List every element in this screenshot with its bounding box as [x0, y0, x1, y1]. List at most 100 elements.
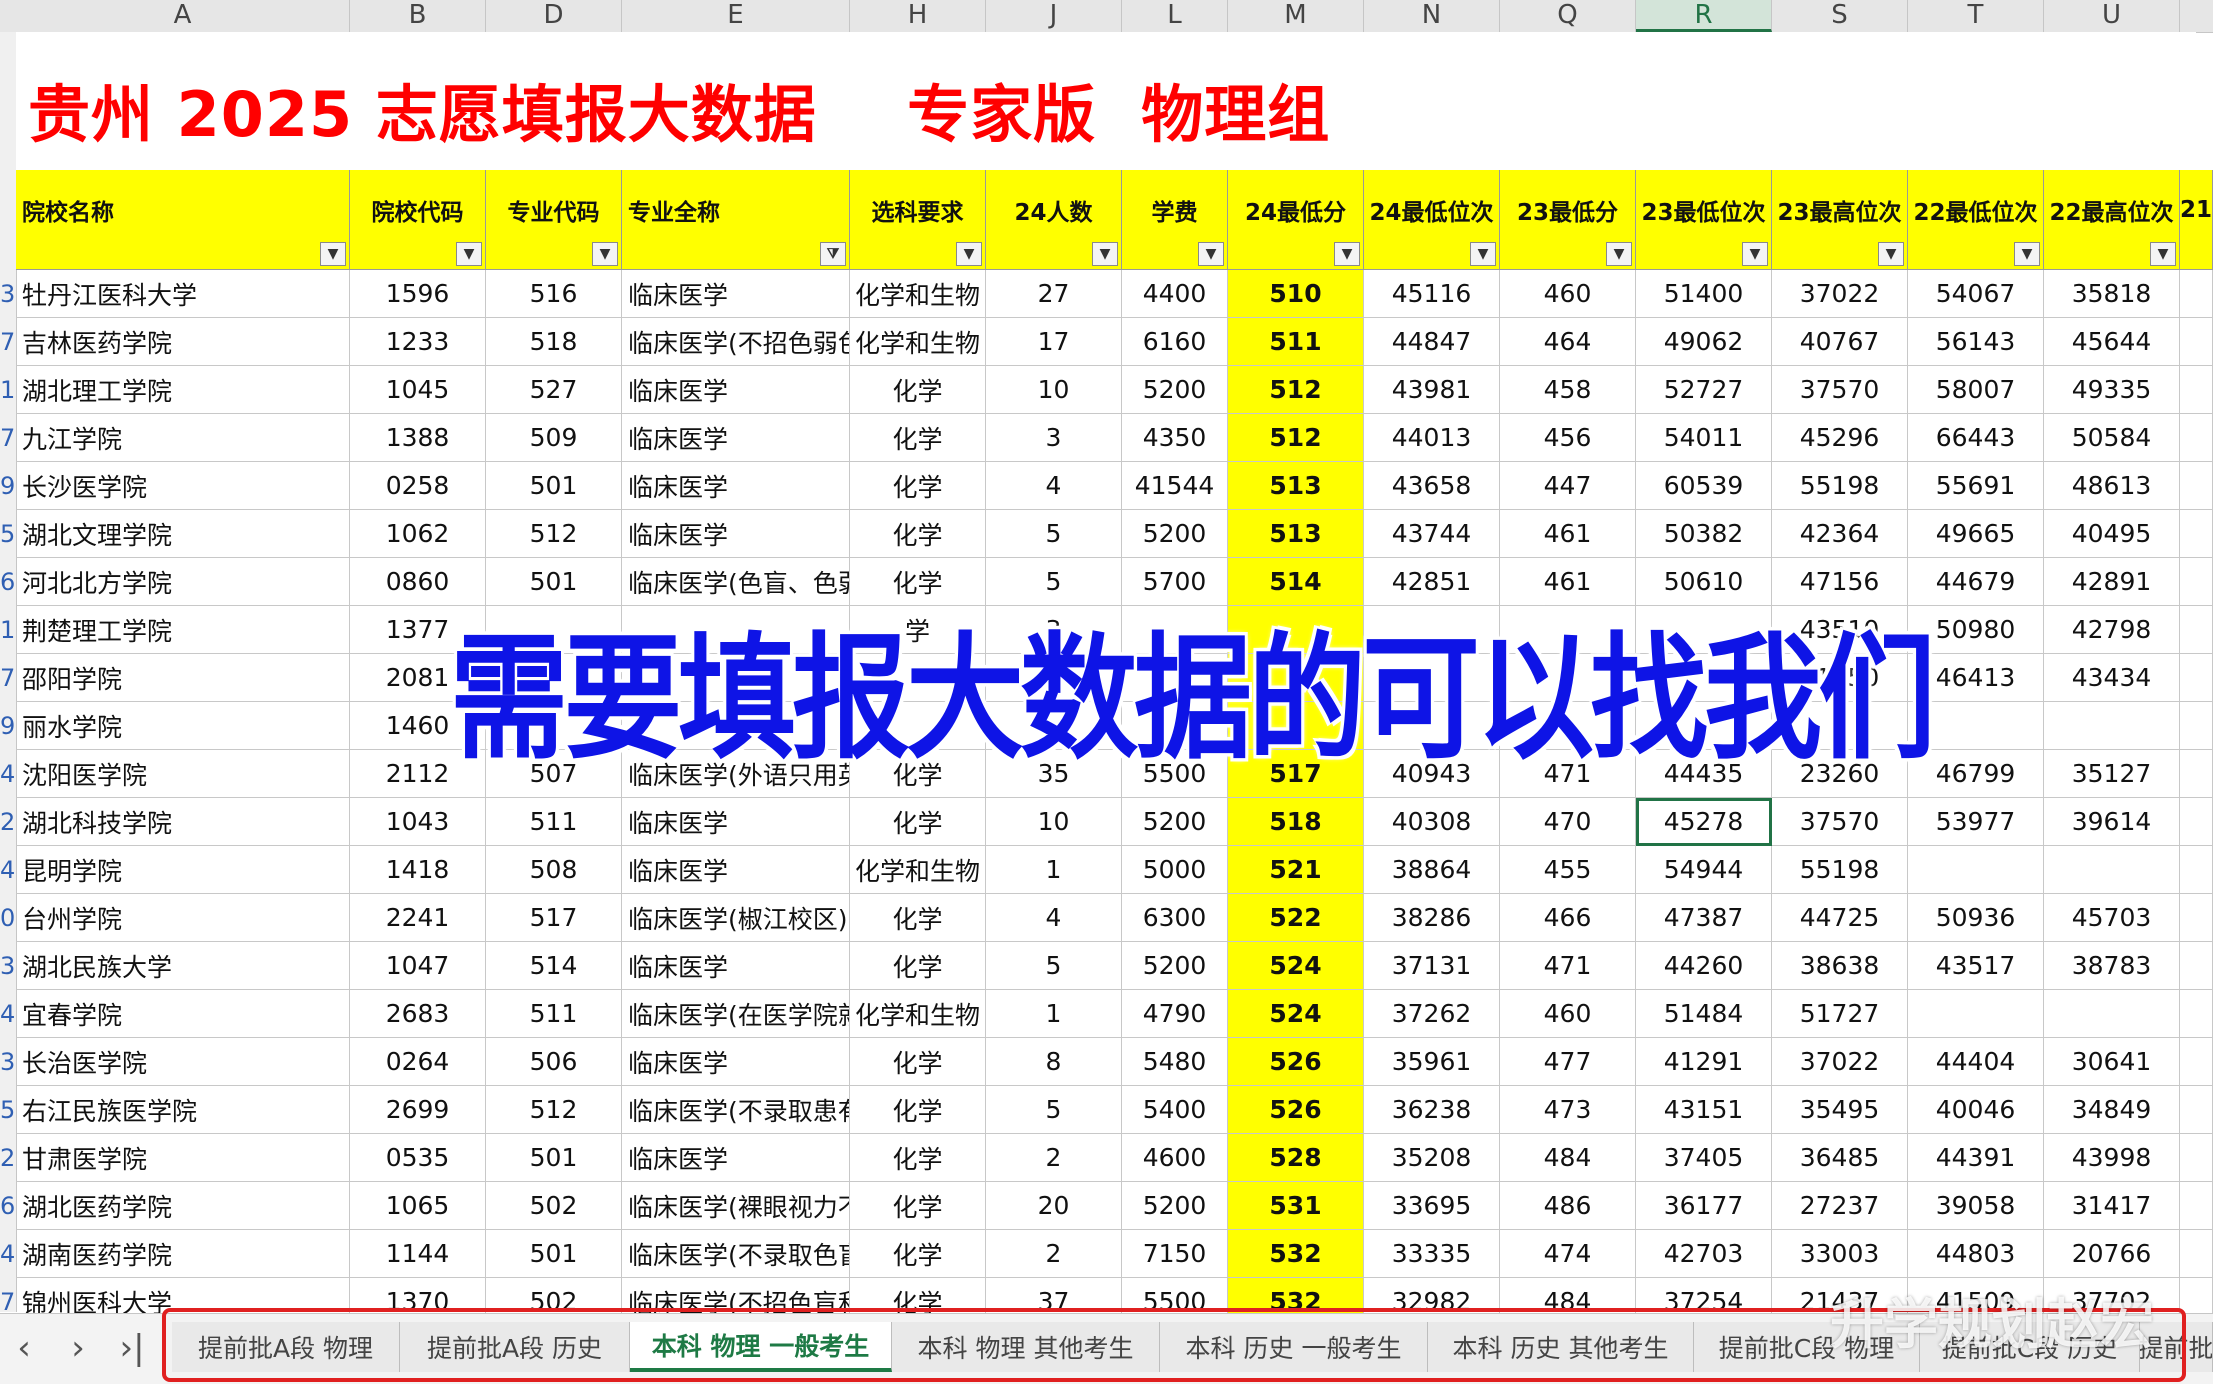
table-cell[interactable]: 丽水学院: [16, 702, 350, 750]
table-cell[interactable]: 4: [986, 894, 1122, 942]
table-cell[interactable]: 43744: [1364, 510, 1500, 558]
table-cell[interactable]: 511: [1228, 318, 1364, 366]
table-cell[interactable]: 43434: [2044, 654, 2180, 702]
filter-dropdown-icon[interactable]: ⧩: [820, 242, 846, 266]
table-cell[interactable]: 501: [486, 462, 622, 510]
table-cell[interactable]: 4400: [1122, 270, 1228, 318]
table-cell[interactable]: 44725: [1772, 894, 1908, 942]
table-cell[interactable]: 54067: [1908, 270, 2044, 318]
table-cell[interactable]: 1596: [350, 270, 486, 318]
table-cell[interactable]: 43998: [2044, 1134, 2180, 1182]
column-letter-e[interactable]: E: [622, 0, 850, 32]
table-cell[interactable]: [2180, 462, 2213, 510]
filter-dropdown-icon[interactable]: ▼: [956, 242, 982, 266]
table-cell[interactable]: 0258: [350, 462, 486, 510]
table-cell[interactable]: 39614: [2044, 798, 2180, 846]
table-cell[interactable]: 502: [486, 1182, 622, 1230]
table-cell[interactable]: 513: [1228, 462, 1364, 510]
table-cell[interactable]: 456: [1500, 414, 1636, 462]
table-cell[interactable]: [2180, 366, 2213, 414]
table-cell[interactable]: 化学: [850, 1182, 986, 1230]
column-letter-l[interactable]: L: [1122, 0, 1228, 32]
table-cell[interactable]: 43981: [1364, 366, 1500, 414]
table-cell[interactable]: 临床医学(不录取色盲: [622, 1230, 850, 1278]
table-cell[interactable]: 516: [486, 270, 622, 318]
table-cell[interactable]: 湖北文理学院: [16, 510, 350, 558]
table-cell[interactable]: 10: [986, 798, 1122, 846]
table-cell[interactable]: 510: [1228, 270, 1364, 318]
filter-dropdown-icon[interactable]: ▼: [1092, 242, 1118, 266]
column-letter-m[interactable]: M: [1228, 0, 1364, 32]
table-cell[interactable]: 56143: [1908, 318, 2044, 366]
table-cell[interactable]: 37131: [1364, 942, 1500, 990]
column-letter-r[interactable]: R: [1636, 0, 1772, 32]
row-number[interactable]: 7: [0, 424, 14, 452]
table-cell[interactable]: 501: [486, 1230, 622, 1278]
row-number[interactable]: 7: [0, 664, 14, 692]
table-cell[interactable]: 460: [1500, 990, 1636, 1038]
table-cell[interactable]: 昆明学院: [16, 846, 350, 894]
table-cell[interactable]: [2180, 558, 2213, 606]
row-number[interactable]: 9: [0, 472, 14, 500]
table-cell[interactable]: 527: [486, 366, 622, 414]
table-cell[interactable]: 526: [1228, 1038, 1364, 1086]
row-number[interactable]: 6: [0, 1192, 14, 1220]
table-cell[interactable]: 470: [1500, 798, 1636, 846]
column-letter-s[interactable]: S: [1772, 0, 1908, 32]
chevron-left-icon[interactable]: ‹: [4, 1326, 44, 1370]
table-cell[interactable]: 化学: [850, 366, 986, 414]
table-cell[interactable]: 512: [1228, 414, 1364, 462]
table-cell[interactable]: 514: [486, 942, 622, 990]
table-cell[interactable]: 1418: [350, 846, 486, 894]
table-cell[interactable]: 6300: [1122, 894, 1228, 942]
table-cell[interactable]: 44260: [1636, 942, 1772, 990]
row-number[interactable]: 6: [0, 568, 14, 596]
column-letter-q[interactable]: Q: [1500, 0, 1636, 32]
table-cell[interactable]: 471: [1500, 942, 1636, 990]
table-cell[interactable]: 42703: [1636, 1230, 1772, 1278]
table-cell[interactable]: 5: [986, 942, 1122, 990]
table-cell[interactable]: 42364: [1772, 510, 1908, 558]
table-cell[interactable]: 49335: [2044, 366, 2180, 414]
table-cell[interactable]: 37570: [1772, 798, 1908, 846]
filter-dropdown-icon[interactable]: ▼: [2150, 242, 2176, 266]
row-number[interactable]: 1: [0, 616, 14, 644]
table-cell[interactable]: 506: [486, 1038, 622, 1086]
row-number[interactable]: 3: [0, 280, 14, 308]
table-cell[interactable]: 524: [1228, 990, 1364, 1038]
table-cell[interactable]: 40308: [1364, 798, 1500, 846]
table-cell[interactable]: 55198: [1772, 846, 1908, 894]
table-cell[interactable]: 10: [986, 366, 1122, 414]
table-cell[interactable]: 5480: [1122, 1038, 1228, 1086]
table-cell[interactable]: 临床医学(裸眼视力不: [622, 1182, 850, 1230]
table-cell[interactable]: 44404: [1908, 1038, 2044, 1086]
table-cell[interactable]: 35208: [1364, 1134, 1500, 1182]
filter-dropdown-icon[interactable]: ▼: [1470, 242, 1496, 266]
table-cell[interactable]: 38286: [1364, 894, 1500, 942]
table-cell[interactable]: 53977: [1908, 798, 2044, 846]
table-cell[interactable]: 36485: [1772, 1134, 1908, 1182]
table-cell[interactable]: 517: [486, 894, 622, 942]
table-cell[interactable]: 5200: [1122, 942, 1228, 990]
table-cell[interactable]: 521: [1228, 846, 1364, 894]
table-cell[interactable]: 518: [486, 318, 622, 366]
table-cell[interactable]: 473: [1500, 1086, 1636, 1134]
table-cell[interactable]: 44679: [1908, 558, 2044, 606]
table-cell[interactable]: 45296: [1772, 414, 1908, 462]
table-cell[interactable]: 湖北理工学院: [16, 366, 350, 414]
table-cell[interactable]: 45703: [2044, 894, 2180, 942]
table-cell[interactable]: [2180, 798, 2213, 846]
table-cell[interactable]: 6160: [1122, 318, 1228, 366]
table-cell[interactable]: 54011: [1636, 414, 1772, 462]
table-cell[interactable]: 37022: [1772, 1038, 1908, 1086]
table-cell[interactable]: 458: [1500, 366, 1636, 414]
table-cell[interactable]: [2044, 846, 2180, 894]
table-cell[interactable]: [2044, 990, 2180, 1038]
table-cell[interactable]: 58007: [1908, 366, 2044, 414]
table-cell[interactable]: 466: [1500, 894, 1636, 942]
table-cell[interactable]: 临床医学: [622, 942, 850, 990]
table-cell[interactable]: 50584: [2044, 414, 2180, 462]
table-cell[interactable]: 湖北科技学院: [16, 798, 350, 846]
table-cell[interactable]: 44847: [1364, 318, 1500, 366]
table-cell[interactable]: [2180, 318, 2213, 366]
